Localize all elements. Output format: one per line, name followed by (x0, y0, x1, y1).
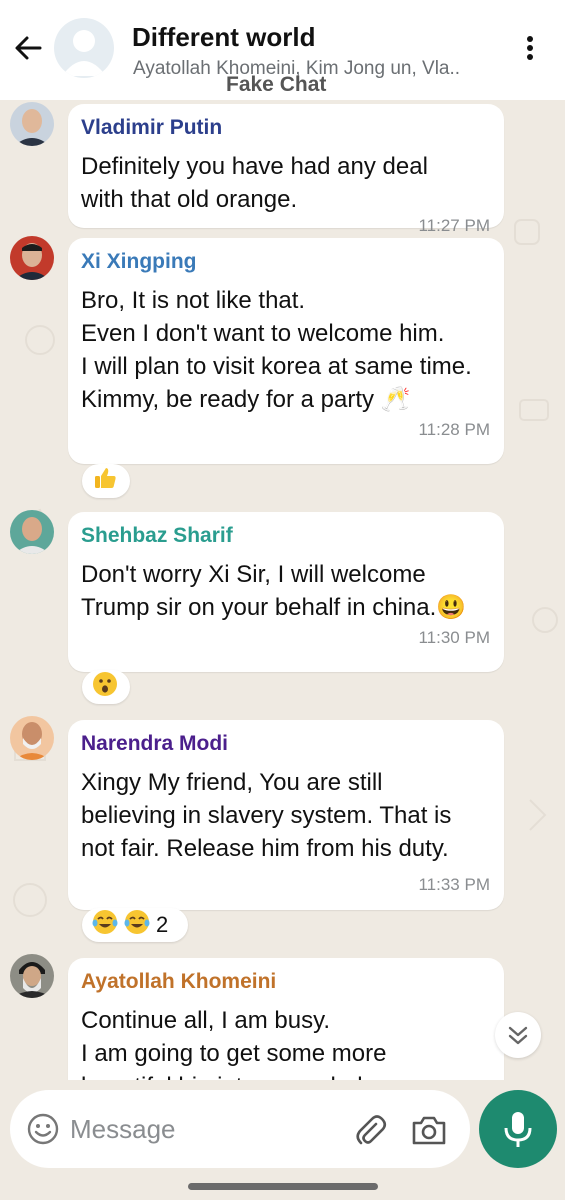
message-time: 11:30 PM (418, 628, 490, 647)
paperclip-icon[interactable] (352, 1112, 388, 1148)
tears-of-joy-icon (92, 909, 118, 941)
message-text: Bro, It is not like that. Even I don't w… (81, 287, 472, 413)
back-arrow-icon[interactable] (10, 30, 46, 66)
camera-icon[interactable] (410, 1112, 448, 1148)
emoji-icon[interactable] (26, 1112, 60, 1146)
chat-header: Different world Ayatollah Khomeini, Kim … (0, 0, 565, 100)
microphone-icon (504, 1112, 532, 1147)
reaction-badge[interactable]: 2 (82, 908, 188, 942)
tears-of-joy-icon (124, 909, 150, 941)
group-avatar[interactable] (54, 18, 114, 78)
more-options-icon[interactable] (520, 34, 540, 66)
avatar-shehbaz[interactable] (10, 510, 54, 554)
message-text: Don't worry Xi Sir, I will welcome Trump… (81, 561, 467, 621)
avatar-modi[interactable] (10, 716, 54, 760)
microphone-button[interactable] (479, 1090, 557, 1168)
sender-name[interactable]: Shehbaz Sharif (81, 524, 490, 548)
message-bubble[interactable]: Shehbaz Sharif Don't worry Xi Sir, I wil… (68, 512, 504, 672)
watermark-text: Fake Chat (226, 73, 327, 96)
message-time: 11:33 PM (418, 875, 490, 894)
message-composer (10, 1090, 470, 1168)
avatar-xi[interactable] (10, 236, 54, 280)
message-text: Xingy My friend, You are still believing… (81, 769, 452, 862)
message-bubble[interactable]: Xi Xingping Bro, It is not like that. Ev… (68, 238, 504, 464)
avatar-putin[interactable] (10, 102, 54, 146)
home-indicator (188, 1183, 378, 1190)
sender-name[interactable]: Ayatollah Khomeini (81, 970, 490, 994)
reaction-badge[interactable] (82, 464, 130, 498)
sender-name[interactable]: Xi Xingping (81, 250, 490, 274)
sender-name[interactable]: Narendra Modi (81, 732, 490, 756)
message-time: 11:27 PM (418, 216, 490, 235)
sender-name[interactable]: Vladimir Putin (81, 116, 490, 140)
double-chevron-down-icon (508, 1026, 528, 1045)
scroll-to-bottom-button[interactable] (495, 1012, 541, 1058)
message-bubble[interactable]: Ayatollah Khomeini Continue all, I am bu… (68, 958, 504, 1080)
thumbs-up-icon (92, 465, 118, 497)
avatar-khomeini[interactable] (10, 954, 54, 998)
message-bubble[interactable]: Vladimir Putin Definitely you have had a… (68, 104, 504, 235)
message-list[interactable]: Vladimir Putin Definitely you have had a… (0, 100, 565, 1080)
message-input[interactable] (68, 1108, 342, 1150)
chat-title[interactable]: Different world (132, 22, 315, 53)
message-bubble[interactable]: Narendra Modi Xingy My friend, You are s… (68, 720, 504, 910)
message-time: 11:28 PM (418, 420, 490, 439)
reaction-badge[interactable] (82, 670, 130, 704)
reaction-count: 2 (156, 912, 169, 937)
message-text: Definitely you have had any deal with th… (81, 153, 428, 213)
message-text: Continue all, I am busy. I am going to g… (81, 1007, 387, 1080)
surprised-face-icon (92, 671, 118, 703)
